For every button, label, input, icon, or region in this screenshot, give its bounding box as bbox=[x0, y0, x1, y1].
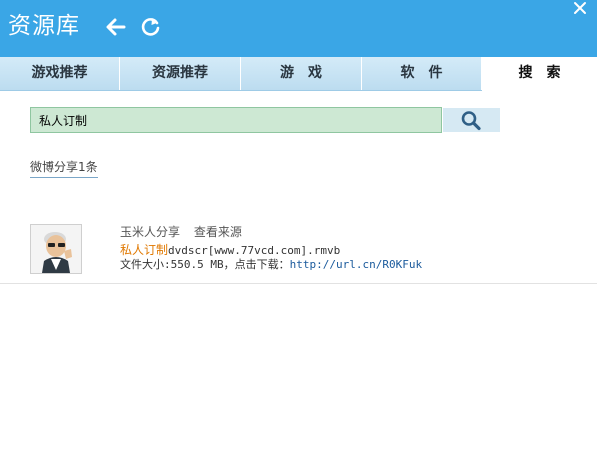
weibo-share-count-link[interactable]: 微博分享1条 bbox=[30, 158, 98, 178]
tab-games[interactable]: 游 戏 bbox=[241, 57, 362, 90]
tab-software[interactable]: 软 件 bbox=[362, 57, 482, 90]
search-button[interactable] bbox=[443, 108, 500, 132]
search-input[interactable] bbox=[30, 107, 442, 133]
file-size-label: 文件大小:550.5 MB，点击下载： bbox=[120, 258, 290, 271]
refresh-icon bbox=[141, 18, 160, 36]
tab-search[interactable]: 搜 索 bbox=[482, 57, 597, 91]
sharer-avatar[interactable] bbox=[30, 224, 82, 274]
app-title: 资源库 bbox=[8, 13, 80, 39]
avatar-image bbox=[31, 225, 81, 273]
view-source-link[interactable]: 查看来源 bbox=[194, 225, 242, 239]
close-icon bbox=[574, 2, 586, 14]
download-link[interactable]: http://url.cn/R0KFuk bbox=[290, 258, 422, 271]
refresh-button[interactable] bbox=[138, 14, 164, 40]
title-bar: 资源库 bbox=[0, 0, 597, 57]
tab-game-recommend[interactable]: 游戏推荐 bbox=[0, 57, 120, 90]
tab-bar: 游戏推荐 资源推荐 游 戏 软 件 搜 索 bbox=[0, 57, 597, 91]
back-button[interactable] bbox=[103, 14, 129, 40]
result-size-line: 文件大小:550.5 MB，点击下载：http://url.cn/R0KFuk bbox=[120, 256, 422, 272]
result-item: 玉米人分享 查看来源 私人订制dvdscr[www.77vcd.com].rmv… bbox=[0, 210, 597, 284]
arrow-left-icon bbox=[106, 18, 126, 36]
magnifier-icon bbox=[461, 111, 481, 131]
sharer-name: 玉米人分享 bbox=[120, 225, 181, 239]
close-button[interactable] bbox=[569, 0, 591, 18]
result-header: 玉米人分享 查看来源 bbox=[120, 223, 252, 240]
tab-resource-recommend[interactable]: 资源推荐 bbox=[120, 57, 241, 90]
keyword-highlight: 私人订制 bbox=[120, 243, 169, 257]
